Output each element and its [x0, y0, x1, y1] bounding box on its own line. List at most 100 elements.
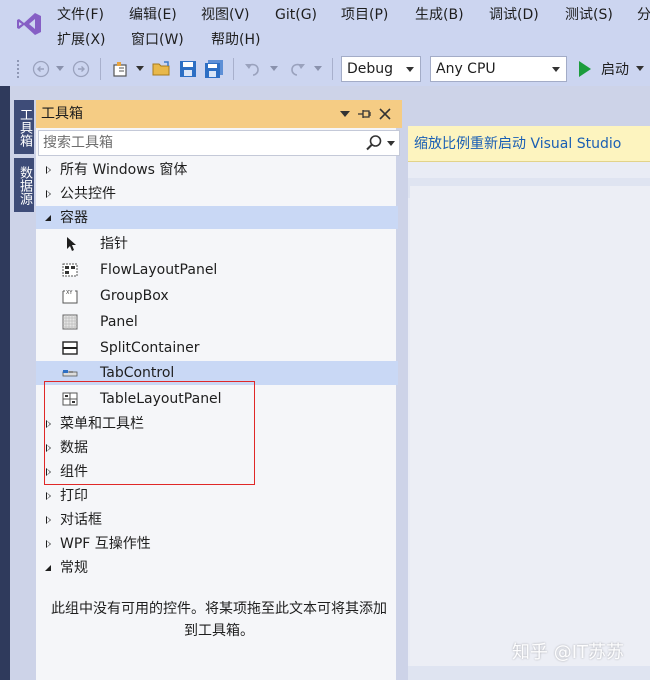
toolbox-title: 工具箱: [41, 106, 83, 122]
toolbox-item-groupbox[interactable]: XY GroupBox: [36, 283, 398, 309]
toolbox-item-panel[interactable]: Panel: [36, 309, 398, 335]
category-label: WPF 互操作性: [60, 536, 151, 552]
chevron-down-icon: [340, 111, 350, 117]
expand-arrow-icon: [46, 540, 51, 548]
window-edge: [0, 86, 10, 680]
chevron-down-icon: [56, 66, 64, 71]
navigate-forward-button[interactable]: [70, 58, 92, 80]
designer-surface[interactable]: [410, 186, 650, 666]
category-label: 常规: [60, 560, 88, 576]
collapse-arrow-icon: [45, 565, 51, 571]
side-tab-toolbox[interactable]: 工具箱: [14, 100, 34, 154]
category-all-windows-forms[interactable]: 所有 Windows 窗体: [36, 158, 398, 182]
navigate-back-button[interactable]: [30, 58, 52, 80]
menu-window[interactable]: 窗口(W): [131, 28, 184, 52]
toolbox-item-splitcontainer[interactable]: SplitContainer: [36, 335, 398, 361]
toolbox-header: 工具箱: [36, 100, 402, 128]
redo-button[interactable]: [286, 58, 308, 80]
save-all-icon: [205, 60, 223, 78]
item-label: 指针: [100, 236, 128, 252]
empty-group-message: 此组中没有可用的控件。将某项拖至此文本可将其添加到工具箱。: [51, 601, 387, 639]
solution-configuration-combo[interactable]: Debug: [341, 56, 421, 82]
save-button[interactable]: [177, 58, 199, 80]
new-project-icon: [113, 62, 127, 77]
toolbar-separator: [100, 58, 101, 80]
new-project-dropdown-button[interactable]: [134, 58, 146, 80]
editor-area: 缩放比例重新启动 Visual Studio: [408, 126, 650, 680]
category-general[interactable]: 常规: [36, 556, 398, 580]
search-input[interactable]: [39, 131, 359, 155]
expand-arrow-icon: [46, 166, 51, 174]
editor-bottom-strip: [408, 666, 650, 680]
menu-analyze[interactable]: 分: [637, 3, 650, 27]
category-printing[interactable]: 打印: [36, 484, 398, 508]
category-label: 所有 Windows 窗体: [60, 162, 188, 178]
menu-help[interactable]: 帮助(H): [211, 28, 260, 52]
expand-arrow-icon: [46, 190, 51, 198]
category-dialogs[interactable]: 对话框: [36, 508, 398, 532]
expand-arrow-icon: [46, 492, 51, 500]
toolbox-item-pointer[interactable]: 指针: [36, 231, 398, 257]
flowlayoutpanel-icon: [62, 263, 78, 277]
category-wpf-interop[interactable]: WPF 互操作性: [36, 532, 398, 556]
item-label: Panel: [100, 314, 138, 330]
chevron-down-icon: [636, 66, 644, 71]
open-file-button[interactable]: [150, 58, 174, 80]
back-arrow-icon: [32, 60, 50, 78]
window-position-dropdown-icon[interactable]: [336, 100, 354, 128]
menu-test[interactable]: 测试(S): [565, 3, 613, 27]
chevron-down-icon: [406, 67, 414, 72]
pin-icon[interactable]: [356, 100, 374, 128]
menu-file[interactable]: 文件(F): [57, 3, 104, 27]
menu-build[interactable]: 生成(B): [415, 3, 464, 27]
pointer-icon: [67, 237, 76, 251]
menu-debug[interactable]: 调试(D): [489, 3, 539, 27]
collapse-arrow-icon: [45, 215, 51, 221]
chevron-down-icon: [270, 66, 278, 71]
chevron-down-icon: [552, 67, 560, 72]
item-label: FlowLayoutPanel: [100, 262, 218, 278]
menu-extensions[interactable]: 扩展(X): [57, 28, 106, 52]
redo-dropdown-button[interactable]: [312, 58, 324, 80]
info-bar-link[interactable]: 缩放比例重新启动 Visual Studio: [408, 136, 621, 152]
groupbox-icon: XY: [62, 290, 78, 304]
visual-studio-logo-icon[interactable]: [16, 11, 42, 37]
undo-button[interactable]: [242, 58, 264, 80]
new-project-button[interactable]: [108, 58, 132, 80]
watermark-text: 知乎 @IT苏苏: [512, 642, 625, 663]
menu-git[interactable]: Git(G): [275, 3, 317, 27]
configuration-value: Debug: [347, 61, 394, 77]
menu-edit[interactable]: 编辑(E): [129, 3, 177, 27]
menu-view[interactable]: 视图(V): [201, 3, 250, 27]
search-options-dropdown-icon[interactable]: [387, 141, 395, 146]
chevron-down-icon: [136, 66, 144, 71]
category-common-controls[interactable]: 公共控件: [36, 182, 398, 206]
search-icon[interactable]: [365, 134, 383, 152]
item-label: SplitContainer: [100, 340, 200, 356]
close-icon[interactable]: [376, 100, 394, 128]
menu-bar: 文件(F) 编辑(E) 视图(V) Git(G) 项目(P) 生成(B) 调试(…: [0, 0, 650, 52]
back-dropdown-button[interactable]: [54, 58, 66, 80]
category-label: 容器: [60, 210, 88, 226]
start-debugging-button[interactable]: 启动: [575, 56, 644, 82]
standard-toolbar: Debug Any CPU 启动: [0, 52, 650, 86]
toolbox-item-flowlayoutpanel[interactable]: FlowLayoutPanel: [36, 257, 398, 283]
category-containers[interactable]: 容器: [36, 206, 398, 229]
toolbox-search-box[interactable]: [38, 130, 400, 156]
toolbar-grip[interactable]: [16, 59, 20, 79]
pin-glyph-icon: [358, 110, 371, 118]
save-icon: [180, 61, 196, 77]
undo-dropdown-button[interactable]: [268, 58, 280, 80]
menu-project[interactable]: 项目(P): [341, 3, 388, 27]
solution-platform-combo[interactable]: Any CPU: [430, 56, 567, 82]
side-tab-data-sources[interactable]: 数据源: [14, 158, 34, 212]
play-icon: [579, 61, 591, 77]
platform-value: Any CPU: [436, 61, 496, 77]
toolbar-separator: [332, 58, 333, 80]
category-label: 对话框: [60, 512, 102, 528]
close-glyph-icon: [379, 108, 391, 120]
item-label: GroupBox: [100, 288, 169, 304]
redo-icon: [291, 63, 305, 76]
save-all-button[interactable]: [203, 58, 225, 80]
tabcontrol-icon: [62, 370, 78, 377]
